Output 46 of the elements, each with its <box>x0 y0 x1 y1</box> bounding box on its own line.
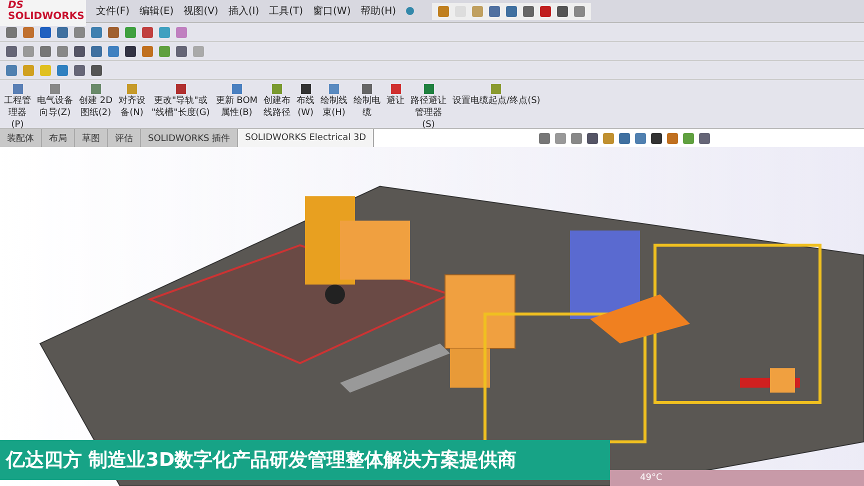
caption-banner: 亿达四方 制造业3D数字化产品研发管理整体解决方案提供商 <box>0 440 610 480</box>
ribbon-tab[interactable]: 评估 <box>108 129 141 147</box>
ribbon-tab[interactable]: 布局 <box>42 129 75 147</box>
command-button[interactable]: 创建布线路径 <box>262 84 293 120</box>
command-button[interactable]: 对齐设备(N) <box>116 84 148 120</box>
ribbon-tab[interactable]: 草图 <box>75 129 108 147</box>
view-tool-icon[interactable] <box>651 132 662 144</box>
menu-item[interactable]: 编辑(E) <box>140 4 174 18</box>
toolbar-icon[interactable] <box>557 6 568 16</box>
toolbar-icon[interactable] <box>540 6 552 16</box>
command-button[interactable]: 电气设备向导(Z) <box>35 84 75 120</box>
toolbar-icon[interactable] <box>176 46 187 56</box>
menu-item[interactable]: 帮助(H) <box>360 4 396 18</box>
toolbar-icon[interactable] <box>489 6 500 16</box>
view-tool-icon[interactable] <box>699 132 710 144</box>
command-button[interactable]: 避让 <box>384 84 407 108</box>
command-button[interactable]: 工程管理器(P) <box>2 84 33 132</box>
menu-item[interactable]: 插入(I) <box>228 4 260 18</box>
solidworks-logo: DS SOLIDWORKS <box>0 0 86 26</box>
ribbon-tab[interactable]: SOLIDWORKS 插件 <box>141 129 238 147</box>
command-button[interactable]: 设置电缆起点/终点(S) <box>450 84 542 108</box>
command-button[interactable]: 绘制电缆 <box>352 84 383 120</box>
command-button[interactable]: 更新 BOM 属性(B) <box>214 84 260 120</box>
toolbar-icon[interactable] <box>6 46 17 56</box>
toolbar-icon[interactable] <box>40 26 51 38</box>
view-tool-icon[interactable] <box>587 132 598 144</box>
command-button[interactable]: 布线 (W) <box>294 84 317 120</box>
command-button[interactable]: 更改"导轨"或 "线槽"长度(G) <box>150 84 212 120</box>
menu-item[interactable]: 窗口(W) <box>313 4 351 18</box>
menu-item[interactable]: 工具(T) <box>269 4 304 18</box>
command-button[interactable]: 绘制线束(H) <box>318 84 350 120</box>
menu-item[interactable]: 视图(V) <box>184 4 218 18</box>
toolbar-icon[interactable] <box>125 46 136 56</box>
toolbar-icon[interactable] <box>74 64 85 76</box>
pin-icon[interactable] <box>406 7 414 15</box>
toolbar-icon[interactable] <box>142 26 153 38</box>
toolbar-icon[interactable] <box>523 6 534 16</box>
command-button[interactable]: 创建 2D 图纸(2) <box>77 84 115 120</box>
menu-item[interactable]: 文件(F) <box>96 4 130 18</box>
toolbar-icon[interactable] <box>506 6 518 16</box>
command-button[interactable]: 路径避让管理器(S) <box>408 84 449 132</box>
ribbon-tab[interactable]: SOLIDWORKS Electrical 3D <box>238 129 374 147</box>
ribbon-tab[interactable]: 装配体 <box>0 129 42 147</box>
temperature-text: 49°C <box>640 473 662 483</box>
toolbar-icon[interactable] <box>74 46 85 56</box>
toolbar-icon[interactable] <box>91 64 102 76</box>
